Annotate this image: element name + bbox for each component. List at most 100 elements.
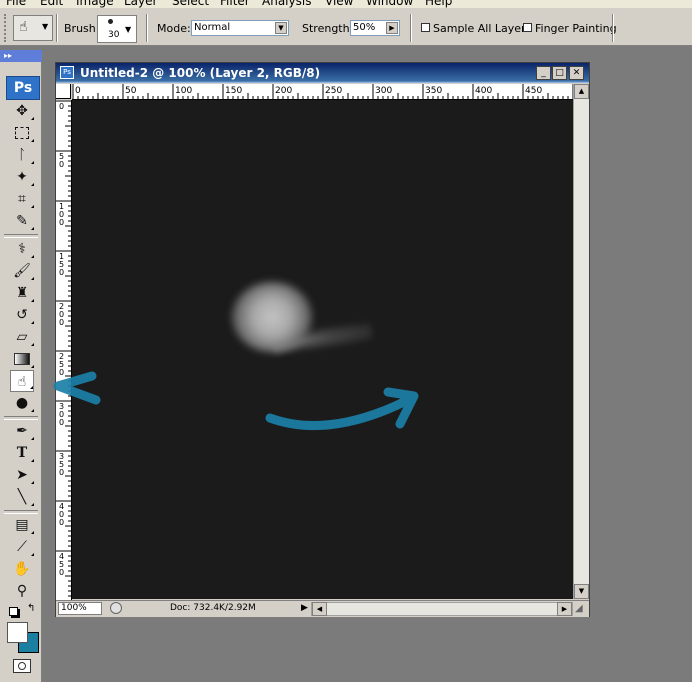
chevron-down-icon: ▼ [275,22,287,34]
ruler-label: 300 [375,86,392,96]
ruler-label: 400 [475,86,492,96]
vertical-scrollbar[interactable]: ▲ ▼ [573,84,589,599]
document-size: Doc: 732.4K/2.92M [170,603,256,613]
maximize-button[interactable]: □ [552,66,567,80]
scroll-up-button[interactable]: ▲ [574,84,589,99]
separator [56,14,58,42]
dodge-tool-icon[interactable]: ● [10,392,34,414]
magic-wand-tool-icon[interactable]: ✦ [10,166,34,188]
strength-label: Strength: [302,22,354,35]
eyedropper-tool-icon[interactable]: ⟋ [10,536,34,558]
minimize-button[interactable]: _ [536,66,551,80]
separator [410,14,412,42]
menu-bar: File Edit Image Layer Select Filter Anal… [0,0,692,8]
close-button[interactable]: ✕ [569,66,584,80]
photoshop-logo[interactable]: Ps [6,76,40,100]
path-selection-tool-icon[interactable]: ➤ [10,464,34,486]
options-grip[interactable] [4,14,12,42]
crop-tool-icon[interactable]: ⌗ [10,188,34,210]
ruler-label: 0 [59,418,64,427]
photoshop-doc-icon: Ps [60,66,74,79]
ruler-label: 350 [425,86,442,96]
smudge-icon: ☝ [19,19,28,35]
scroll-right-button[interactable]: ▶ [557,602,572,616]
foreground-color-swatch[interactable] [7,622,28,643]
scroll-left-button[interactable]: ◀ [312,602,327,616]
brush-label: Brush: [64,22,100,35]
smudge-tool-icon[interactable]: ☝ [10,370,34,392]
move-tool-icon[interactable]: ✥ [10,100,34,122]
sample-all-layers-label[interactable]: Sample All Layers [433,22,531,35]
horizontal-ruler[interactable]: 0 50 100 150 200 250 300 350 400 450 [72,84,573,100]
default-colors-icon[interactable] [9,607,18,616]
ruler-label: 0 [59,268,64,277]
line-tool-icon[interactable]: ╲ [10,486,34,508]
menu-layer[interactable]: Layer [124,0,157,8]
chevron-down-icon: ▼ [125,25,132,34]
menu-edit[interactable]: Edit [40,0,63,8]
separator [146,14,148,42]
type-tool-icon[interactable]: T [10,442,34,464]
scroll-down-button[interactable]: ▼ [574,584,589,599]
blurred-light-blob [232,282,312,352]
swap-colors-icon[interactable]: ↰ [27,603,35,614]
ruler-label: 0 [59,518,64,527]
hand-tool-icon[interactable]: ✋ [10,558,34,580]
menu-analysis[interactable]: Analysis [262,0,311,8]
ruler-label: 0 [59,568,64,577]
tool-preset-picker[interactable]: ☝ ▼ [13,15,53,41]
ruler-label: 0 [75,86,81,96]
status-info-icon[interactable] [110,602,122,614]
document-titlebar[interactable]: Ps Untitled-2 @ 100% (Layer 2, RGB/8) _ … [56,63,589,83]
pen-tool-icon[interactable]: ✒ [10,420,34,442]
strength-value: 50% [353,22,376,33]
notes-tool-icon[interactable]: ▤ [10,514,34,536]
menu-filter[interactable]: Filter [220,0,250,8]
healing-brush-tool-icon[interactable]: ⚕ [10,238,34,260]
palette-grip[interactable]: ▸▸ [0,50,42,62]
quick-mask-icon[interactable] [13,659,31,673]
menu-file[interactable]: File [6,0,26,8]
resize-grip-icon[interactable]: ◢ [575,603,583,614]
horizontal-scrollbar[interactable]: ◀ ▶ [311,602,573,616]
document-window: Ps Untitled-2 @ 100% (Layer 2, RGB/8) _ … [55,62,590,617]
menu-window[interactable]: Window [366,0,413,8]
menu-help[interactable]: Help [425,0,452,8]
menu-select[interactable]: Select [172,0,209,8]
brush-picker[interactable]: 30 ▼ [97,15,137,43]
ruler-label: 150 [225,86,242,96]
ruler-origin[interactable] [56,84,71,99]
marquee-tool-icon[interactable] [10,122,34,144]
history-brush-tool-icon[interactable]: ↺ [10,304,34,326]
vertical-ruler-ticks: 050100150200250300350400450 [56,100,71,597]
zoom-tool-icon[interactable]: ⚲ [10,580,34,602]
menu-view[interactable]: View [325,0,353,8]
finger-painting-checkbox[interactable] [523,23,532,32]
strength-field[interactable]: 50% ▶ [350,20,400,36]
gradient-tool-icon[interactable] [10,348,34,370]
mode-value: Normal [194,22,231,33]
tool-palette: ▸▸ Ps ✥ ᛚ ✦ ⌗ ✎ ⚕ 🖌 ♜ ↺ ▱ ☝ ● ✒ T ➤ ╲ ▤ … [0,50,42,682]
mode-select[interactable]: Normal ▼ [191,20,289,36]
clone-stamp-tool-icon[interactable]: ♜ [10,282,34,304]
brush-size: 30 [108,30,120,40]
ruler-label: 0 [59,218,64,227]
status-bar: 100% Doc: 732.4K/2.92M ▶ ◀ ▶ ◢ [56,600,589,617]
image-canvas[interactable] [72,100,573,599]
separator [612,14,614,42]
vertical-ruler[interactable]: 050100150200250300350400450 [56,100,72,600]
menu-image[interactable]: Image [76,0,114,8]
lasso-tool-icon[interactable]: ᛚ [10,144,34,166]
status-menu-arrow-icon[interactable]: ▶ [301,603,308,613]
brush-tool-icon[interactable]: 🖌 [10,260,34,282]
options-bar: ☝ ▼ Brush: 30 ▼ Mode: Normal ▼ Strength:… [0,8,692,46]
eraser-tool-icon[interactable]: ▱ [10,326,34,348]
ruler-label: 0 [59,160,64,169]
chevron-right-icon[interactable]: ▶ [386,22,398,34]
ruler-label: 200 [275,86,292,96]
zoom-field[interactable]: 100% [58,602,102,615]
finger-painting-label[interactable]: Finger Painting [535,22,617,35]
horizontal-ruler-ticks: 0 50 100 150 200 250 300 350 400 450 [72,84,573,99]
slice-tool-icon[interactable]: ✎ [10,210,34,232]
sample-all-layers-checkbox[interactable] [421,23,430,32]
